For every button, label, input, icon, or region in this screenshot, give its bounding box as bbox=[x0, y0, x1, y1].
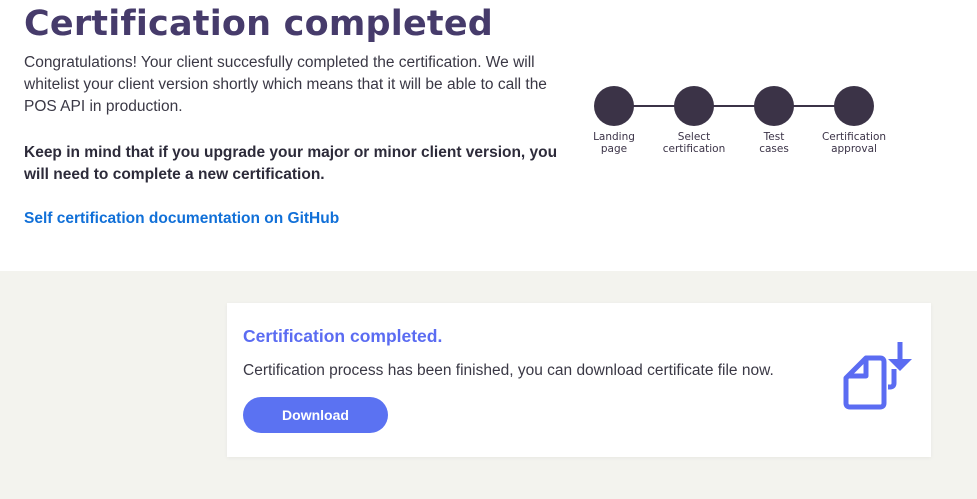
header-section: Certification completed Congratulations!… bbox=[0, 0, 977, 271]
step-certification-approval: Certification approval bbox=[814, 86, 894, 155]
certificate-card: Certification completed. Certification p… bbox=[227, 303, 931, 457]
card-text: Certification process has been finished,… bbox=[243, 362, 774, 379]
step-dot bbox=[754, 86, 794, 126]
step-dot bbox=[834, 86, 874, 126]
step-dot bbox=[674, 86, 714, 126]
step-test-cases: Test cases bbox=[734, 86, 814, 155]
step-select-certification: Select certification bbox=[654, 86, 734, 155]
card-title: Certification completed. bbox=[243, 326, 443, 346]
step-label: Select certification bbox=[662, 131, 726, 155]
progress-stepper: Landing page Select certification Test c… bbox=[592, 86, 892, 166]
download-file-icon bbox=[843, 342, 912, 410]
step-label: Landing page bbox=[593, 131, 635, 155]
step-label: Certification approval bbox=[821, 131, 887, 155]
warning-text: Keep in mind that if you upgrade your ma… bbox=[24, 144, 558, 183]
step-dot bbox=[594, 86, 634, 126]
download-button[interactable]: Download bbox=[243, 397, 388, 433]
step-label: Test cases bbox=[759, 131, 789, 155]
github-docs-link[interactable]: Self certification documentation on GitH… bbox=[24, 210, 339, 228]
intro-text: Congratulations! Your client succesfully… bbox=[24, 54, 547, 115]
page-title: Certification completed bbox=[24, 4, 494, 44]
step-landing-page: Landing page bbox=[574, 86, 654, 155]
